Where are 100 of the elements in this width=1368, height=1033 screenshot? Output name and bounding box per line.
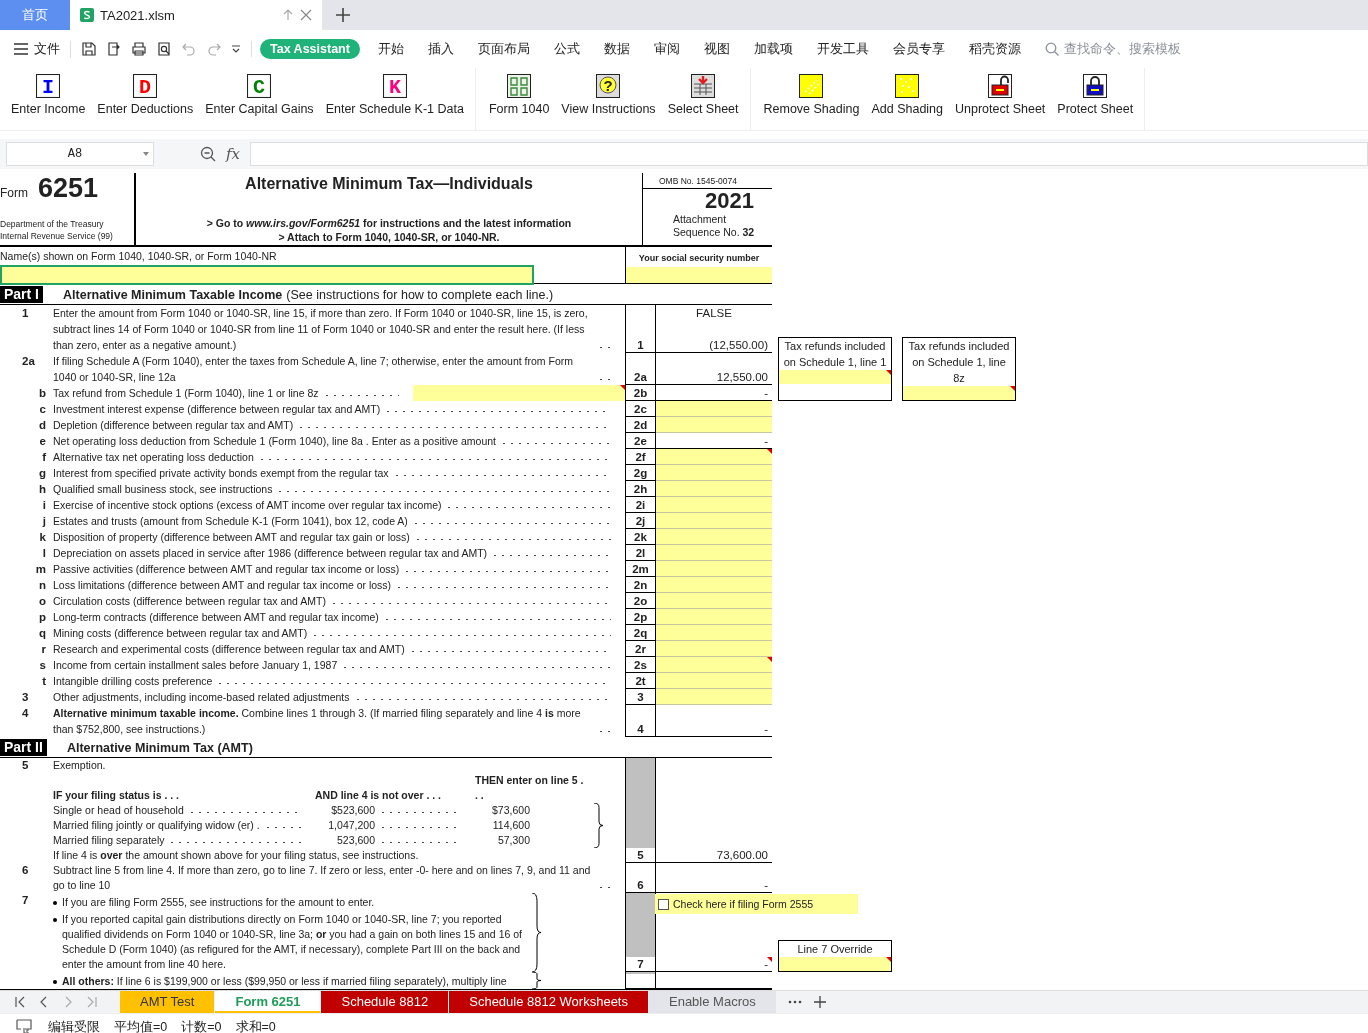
formula-field[interactable] <box>250 142 1368 166</box>
line-box-label: 2m <box>632 563 649 575</box>
sheet-tab[interactable]: AMT Test <box>120 991 215 1013</box>
ribbon-button[interactable]: Remove Shading <box>758 74 865 130</box>
input-cell[interactable] <box>903 386 1015 400</box>
checkbox[interactable] <box>658 898 669 910</box>
ribbon-tab[interactable]: 公式 <box>541 38 592 60</box>
line-number: 4 <box>22 706 29 721</box>
input-cell[interactable] <box>656 401 772 417</box>
part-title: Alternative Minimum Taxable Income <box>63 287 283 302</box>
checkbox-control[interactable]: Check here if filing Form 2555 <box>655 894 858 914</box>
ribbon-tab[interactable]: 开发工具 <box>804 38 881 60</box>
input-cell[interactable] <box>656 561 772 577</box>
table-cell-text: 523,600 <box>336 833 375 848</box>
close-icon[interactable] <box>300 9 312 21</box>
input-cell[interactable] <box>656 641 772 657</box>
ribbon-tab[interactable]: 加载项 <box>741 38 805 60</box>
last-sheet-icon[interactable] <box>86 996 98 1008</box>
ribbon-tab[interactable]: 审阅 <box>641 38 692 60</box>
ribbon-tab[interactable]: 视图 <box>691 38 742 60</box>
sheet-tab[interactable]: Schedule 8812 Worksheets <box>449 991 648 1013</box>
name-field[interactable] <box>0 265 534 285</box>
ribbon-tab[interactable]: 数据 <box>591 38 642 60</box>
document-tab[interactable]: TA2021.xlsm <box>70 0 322 30</box>
more-icon[interactable] <box>787 1000 802 1004</box>
attachment-text: Attachment <box>672 213 728 226</box>
status-text: 编辑受限 <box>48 1018 100 1033</box>
input-field[interactable] <box>413 385 625 401</box>
ribbon-tab[interactable]: 稻壳资源 <box>956 38 1033 60</box>
add-sheet-icon[interactable] <box>813 996 826 1008</box>
input-cell[interactable] <box>656 529 772 545</box>
print-icon[interactable] <box>131 41 147 57</box>
input-cell[interactable] <box>656 465 772 481</box>
function-button[interactable]: fx <box>226 145 240 163</box>
ribbon-button[interactable]: Form 1040 <box>483 74 555 130</box>
amount-cell: - <box>656 957 772 972</box>
ribbon-button[interactable]: Protect Sheet <box>1052 74 1139 130</box>
pin-arrow-icon[interactable] <box>282 9 294 21</box>
input-cell[interactable] <box>779 957 891 971</box>
input-cell[interactable] <box>656 577 772 593</box>
line-box-label: 3 <box>637 691 644 703</box>
input-cell[interactable] <box>656 545 772 561</box>
line-letter: m <box>35 562 46 577</box>
line-letter: l <box>42 546 46 561</box>
first-sheet-icon[interactable] <box>14 996 26 1008</box>
ribbon-button[interactable]: ? View Instructions <box>556 74 661 130</box>
input-cell[interactable] <box>656 449 772 465</box>
print-preview-icon[interactable] <box>156 41 172 57</box>
ribbon-button[interactable]: K Enter Schedule K-1 Data <box>320 74 469 130</box>
bullet-text: All others: If line 6 is $199,900 or less ($99,950 or less if married filing separately), multiply line <box>62 974 508 989</box>
ribbon-button[interactable]: Select Sheet <box>662 74 744 130</box>
ribbon-button[interactable]: I Enter Income <box>6 74 91 130</box>
ribbon-tab[interactable]: 插入 <box>415 38 466 60</box>
line-box-label: 6 <box>637 879 644 891</box>
line-letter: g <box>38 466 46 481</box>
input-cell[interactable] <box>656 657 772 673</box>
ribbon-tab[interactable]: 页面布局 <box>465 38 542 60</box>
line-text: Other adjustments, including income-based related adjustments <box>53 690 350 705</box>
redo-icon[interactable] <box>206 41 222 57</box>
dropdown-icon[interactable] <box>231 44 241 54</box>
zoom-icon[interactable] <box>200 146 216 162</box>
line-text: Disposition of property (difference between AMT and regular tax gain or loss) <box>53 530 410 545</box>
cell-value: FALSE <box>696 306 732 321</box>
input-cell[interactable] <box>656 673 772 689</box>
undo-icon[interactable] <box>181 41 197 57</box>
input-cell[interactable] <box>656 417 772 433</box>
save-icon[interactable] <box>81 41 97 57</box>
ribbon-button[interactable]: C Enter Capital Gains <box>200 74 319 130</box>
name-box[interactable]: A8 <box>6 142 154 166</box>
sheet-tab[interactable]: Schedule 8812 <box>321 991 449 1013</box>
input-cell[interactable] <box>656 689 772 705</box>
line-number: 2a <box>22 354 35 369</box>
input-cell[interactable] <box>656 593 772 609</box>
input-cell[interactable] <box>656 513 772 529</box>
search-field[interactable]: 查找命令、搜索模板 <box>1044 41 1196 57</box>
sheet-tab[interactable]: Enable Macros <box>649 991 776 1013</box>
export-icon[interactable] <box>106 41 122 57</box>
line-box-label: 2d <box>633 419 648 431</box>
line-text: Depletion (difference between regular tax and AMT) <box>53 418 294 433</box>
ribbon-button[interactable]: Unprotect Sheet <box>950 74 1051 130</box>
line-letter: s <box>39 658 46 673</box>
line-letter: p <box>38 610 46 625</box>
line-box-label: 2c <box>634 403 647 415</box>
line-box-label: 2f <box>635 451 646 463</box>
file-menu[interactable]: 文件 <box>14 40 71 58</box>
ribbon-button[interactable]: Add Shading <box>866 74 948 130</box>
ribbon-button[interactable]: D Enter Deductions <box>92 74 199 130</box>
sheet-icon <box>691 74 716 98</box>
ribbon-tab[interactable]: 开始 <box>365 38 416 60</box>
macro-icon[interactable] <box>16 1019 34 1033</box>
input-cell[interactable] <box>779 370 891 384</box>
line-text: Estates and trusts (amount from Schedule K-1 (Form 1041), box 12, code A) <box>53 514 408 529</box>
sheet-tab[interactable]: Form 6251 <box>215 991 321 1013</box>
ssn-field[interactable] <box>626 267 772 283</box>
ribbon-tab[interactable]: 会员专享 <box>880 38 957 60</box>
input-cell[interactable] <box>656 609 772 625</box>
input-cell[interactable] <box>656 481 772 497</box>
new-tab-icon[interactable] <box>336 8 350 22</box>
input-cell[interactable] <box>656 625 772 641</box>
input-cell[interactable] <box>656 497 772 513</box>
